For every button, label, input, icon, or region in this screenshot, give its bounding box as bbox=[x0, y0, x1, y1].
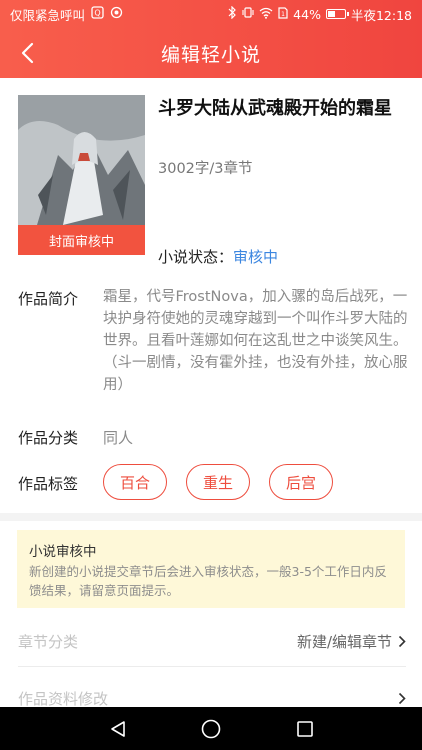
chevron-right-icon bbox=[398, 635, 406, 647]
system-back-button[interactable] bbox=[93, 707, 143, 750]
tag-chip[interactable]: 后宫 bbox=[269, 464, 333, 500]
square-recents-icon bbox=[297, 720, 313, 737]
info-edit-label: 作品资料修改 bbox=[18, 689, 109, 708]
notice-title: 小说审核中 bbox=[29, 544, 97, 560]
category-label: 作品分类 bbox=[18, 429, 79, 447]
system-home-button[interactable] bbox=[186, 707, 236, 750]
intro-note: （斗一剧情，没有霍外挂，也没有外挂，放心服用） bbox=[103, 355, 408, 393]
row-divider bbox=[18, 666, 406, 667]
edit-chapters-link[interactable]: 新建/编辑章节 bbox=[297, 631, 392, 652]
nav-bar: 编辑轻小说 bbox=[0, 28, 422, 78]
chevron-left-icon bbox=[21, 42, 34, 64]
sim-icon: 1 bbox=[278, 6, 288, 22]
book-title: 斗罗大陆从武魂殿开始的霜星 bbox=[158, 98, 392, 119]
svg-text:Q: Q bbox=[94, 9, 100, 18]
status-label: 小说状态： bbox=[158, 248, 234, 266]
battery-percent: 44% bbox=[293, 6, 321, 22]
wifi-icon bbox=[259, 7, 273, 22]
tags-label: 作品标签 bbox=[18, 475, 79, 493]
review-notice: 小说审核中 新创建的小说提交章节后会进入审核状态，一般3-5个工作日内反馈结果，… bbox=[17, 530, 405, 608]
category-value[interactable]: 同人 bbox=[103, 427, 133, 448]
intro-paragraph: 霜星，代号FrostNova，加入骡的岛后战死，一块护身符使她的灵魂穿越到一个叫… bbox=[103, 289, 408, 349]
triangle-back-icon bbox=[111, 720, 125, 737]
vibrate-icon bbox=[242, 6, 254, 22]
novel-status: 小说状态：审核中 bbox=[158, 246, 278, 267]
chapter-row[interactable]: 章节分类 新建/编辑章节 bbox=[18, 620, 406, 662]
notice-text: 新创建的小说提交章节后会进入审核状态，一般3-5个工作日内反馈结果，请留意页面提… bbox=[29, 564, 387, 598]
book-word-chapter-count: 3002字/3章节 bbox=[158, 161, 253, 177]
notification-icon: Q bbox=[91, 6, 104, 22]
intro-text[interactable]: 霜星，代号FrostNova，加入骡的岛后战死，一块护身符使她的灵魂穿越到一个叫… bbox=[103, 286, 408, 396]
clock: 半夜12:18 bbox=[350, 7, 412, 23]
tag-chip[interactable]: 重生 bbox=[186, 464, 250, 500]
chapter-category-label: 章节分类 bbox=[18, 632, 79, 651]
page-title: 编辑轻小说 bbox=[160, 43, 261, 66]
system-recents-button[interactable] bbox=[280, 707, 330, 750]
intro-label: 作品简介 bbox=[18, 290, 79, 308]
sync-icon bbox=[110, 6, 123, 22]
back-button[interactable] bbox=[10, 36, 44, 70]
status-bar: 仅限紧急呼叫 Q 1 44% 半夜12:18 bbox=[0, 0, 422, 28]
system-navigation-bar bbox=[0, 707, 422, 750]
bluetooth-icon bbox=[227, 5, 237, 22]
chevron-right-icon bbox=[398, 692, 406, 704]
section-divider bbox=[0, 513, 422, 521]
battery-icon bbox=[325, 9, 349, 19]
tag-chip[interactable]: 百合 bbox=[103, 464, 167, 500]
cover-review-badge: 封面审核中 bbox=[18, 225, 145, 255]
circle-home-icon bbox=[201, 719, 221, 738]
carrier-text: 仅限紧急呼叫 bbox=[10, 7, 86, 23]
book-cover[interactable]: 封面审核中 bbox=[18, 95, 145, 255]
status-value: 审核中 bbox=[233, 248, 279, 266]
svg-text:1: 1 bbox=[281, 11, 285, 18]
